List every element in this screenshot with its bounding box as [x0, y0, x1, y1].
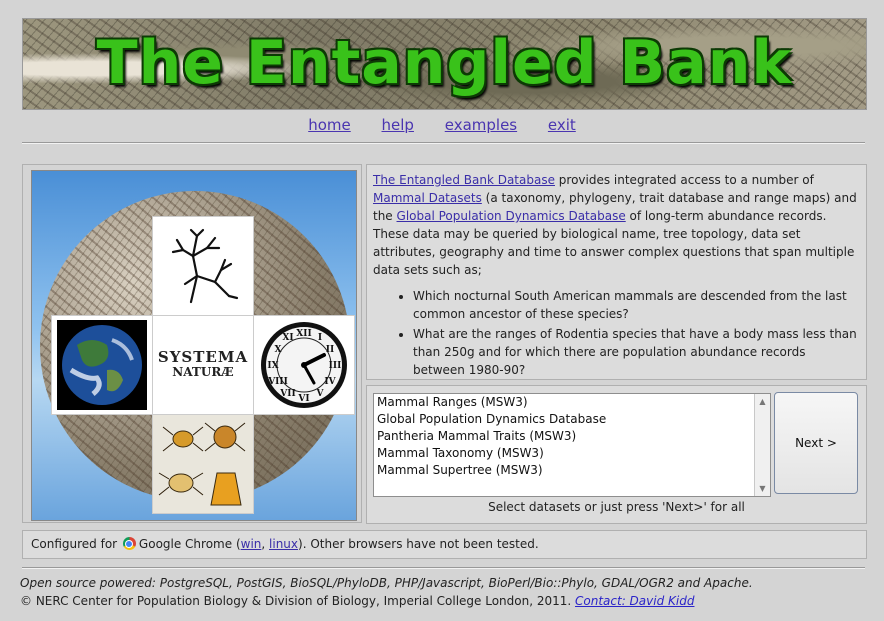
earth-globe-icon — [51, 315, 153, 415]
config-comma: , — [261, 537, 270, 551]
main-nav: home help examples exit — [0, 116, 884, 134]
divider — [22, 142, 865, 144]
dataset-hint: Select datasets or just press 'Next>' fo… — [488, 500, 745, 514]
nav-examples-link[interactable]: examples — [445, 116, 517, 134]
dataset-option-pantheria[interactable]: Pantheria Mammal Traits (MSW3) — [374, 428, 770, 445]
systema-naturae-illustration: SYSTEMA NATURÆ XII III VI IX I II IV V VII VI… — [31, 170, 357, 521]
dataset-option-mammal-supertree[interactable]: Mammal Supertree (MSW3) — [374, 462, 770, 479]
next-button[interactable]: Next > — [774, 392, 858, 494]
svg-text:III: III — [329, 361, 342, 371]
systema-label: SYSTEMA — [157, 348, 249, 366]
description-text: The Entangled Bank Database provides int… — [373, 171, 861, 381]
footer: Open source powered: PostgreSQL, PostGIS… — [20, 574, 870, 610]
dataset-option-mammal-taxonomy[interactable]: Mammal Taxonomy (MSW3) — [374, 445, 770, 462]
svg-text:I: I — [318, 333, 322, 343]
image-panel: SYSTEMA NATURÆ XII III VI IX I II IV V VII VI… — [22, 164, 362, 523]
nav-exit-link[interactable]: exit — [548, 116, 576, 134]
nav-home-link[interactable]: home — [308, 116, 351, 134]
svg-text:X: X — [275, 345, 282, 355]
scroll-down-icon[interactable]: ▼ — [755, 481, 770, 496]
divider — [22, 567, 865, 569]
dataset-listbox[interactable]: Mammal Ranges (MSW3) Global Population D… — [373, 393, 771, 497]
svg-text:V: V — [316, 389, 325, 399]
config-open-paren: ( — [232, 537, 241, 551]
description-panel: The Entangled Bank Database provides int… — [366, 164, 867, 380]
nav-help-link[interactable]: help — [382, 116, 414, 134]
footer-copyright: © NERC Center for Population Biology & D… — [20, 594, 576, 608]
chrome-icon — [122, 537, 136, 550]
banner-title: The Entangled Bank — [96, 28, 793, 98]
contact-link[interactable]: Contact: David Kidd — [575, 594, 694, 608]
naturae-label: NATURÆ — [172, 365, 234, 379]
gpdd-link[interactable]: Global Population Dynamics Database — [397, 209, 626, 223]
svg-text:VI: VI — [297, 394, 309, 404]
svg-text:XII: XII — [296, 329, 311, 339]
footer-powered-by: Open source powered: PostgreSQL, PostGIS… — [20, 576, 753, 590]
dataset-option-mammal-ranges[interactable]: Mammal Ranges (MSW3) — [374, 394, 770, 411]
svg-text:IV: IV — [324, 377, 336, 387]
browser-name: Google Chrome — [138, 537, 233, 551]
systema-naturae-tile: SYSTEMA NATURÆ — [152, 315, 254, 415]
description-text-1: provides integrated access to a number o… — [554, 173, 814, 187]
win-link[interactable]: win — [241, 537, 262, 551]
browser-config-bar: Configured for Google Chrome (win, linux… — [22, 530, 867, 559]
footer-copyright-line: © NERC Center for Population Biology & D… — [20, 592, 870, 610]
landscape-circle: SYSTEMA NATURÆ XII III VI IX I II IV V VII VI… — [40, 191, 355, 514]
svg-text:XI: XI — [282, 333, 293, 343]
entangled-bank-db-link[interactable]: The Entangled Bank Database — [373, 173, 555, 187]
svg-text:VIII: VIII — [267, 377, 288, 387]
site-banner: The Entangled Bank — [22, 18, 867, 110]
example-question: Which nocturnal South American mammals a… — [413, 287, 861, 323]
example-questions-list: Which nocturnal South American mammals a… — [373, 287, 861, 379]
svg-text:II: II — [326, 345, 334, 355]
listbox-scrollbar[interactable]: ▲ ▼ — [754, 394, 770, 496]
insects-icon — [152, 414, 254, 514]
dataset-option-gpdd[interactable]: Global Population Dynamics Database — [374, 411, 770, 428]
mammal-datasets-link[interactable]: Mammal Datasets — [373, 191, 482, 205]
svg-text:VII: VII — [279, 389, 295, 399]
svg-text:IX: IX — [267, 361, 278, 371]
dataset-selection-panel: Mammal Ranges (MSW3) Global Population D… — [366, 385, 867, 524]
config-suffix: ). Other browsers have not been tested. — [298, 537, 539, 551]
clock-icon: XII III VI IX I II IV V VII VIII X XI — [253, 315, 355, 415]
phylogeny-tree-icon — [152, 216, 254, 316]
scroll-up-icon[interactable]: ▲ — [755, 394, 770, 409]
example-question: What are the ranges of Rodentia species … — [413, 325, 861, 379]
config-prefix: Configured for — [31, 537, 118, 551]
linux-link[interactable]: linux — [269, 537, 298, 551]
